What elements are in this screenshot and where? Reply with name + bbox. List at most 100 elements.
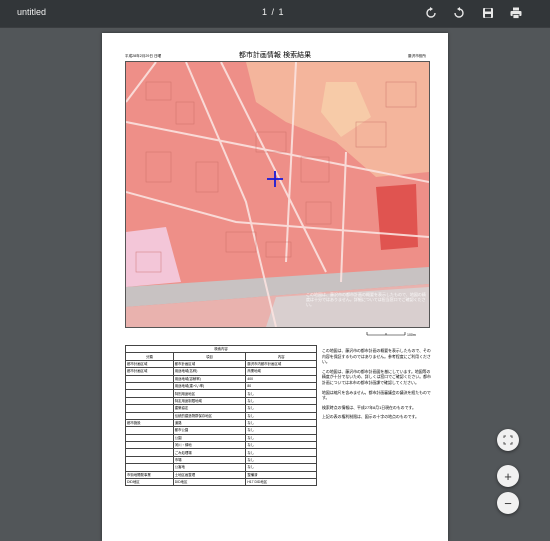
table-cell: なし — [245, 448, 317, 457]
table-cell: 都市計画区域 — [172, 359, 247, 369]
table-cell: なし — [245, 418, 317, 428]
table-cell: なし — [245, 463, 317, 472]
zoom-out-button[interactable]: − — [497, 492, 519, 514]
table-cell — [125, 433, 174, 443]
scale-label: 100m — [407, 333, 416, 337]
table-cell: 都市計画区域 — [125, 367, 174, 376]
table-cell: 用途地域(容積率) — [172, 374, 247, 383]
page-counter: 1 / 1 — [262, 7, 285, 17]
table-cell — [125, 396, 174, 406]
table-row: 河川・緑地 なし — [125, 441, 317, 450]
table-row: 公園 なし — [125, 433, 317, 443]
download-icon[interactable] — [481, 6, 495, 20]
table-cell — [125, 448, 174, 457]
table-cell: H17 DID地区 — [245, 478, 317, 487]
table-cell: なし — [245, 396, 317, 406]
table-cell: 建築協定 — [172, 404, 247, 413]
table-cell: 商業地域 — [245, 367, 317, 376]
rotate-clockwise-icon[interactable] — [424, 6, 438, 20]
table-cell: なし — [245, 426, 317, 435]
print-icon[interactable] — [509, 6, 523, 20]
table-cell: ごみ処理場 — [172, 448, 247, 457]
notes-section: この地図は、藤沢市の都市計画の概要を表示したもので、その内容を保証するものではあ… — [322, 348, 434, 424]
table-cell: 都市計画区域 — [125, 359, 174, 369]
table-body: 都市計画区域 都市計画区域 藤沢市内都市計画区域 都市計画区域 用途地域(名称) 商業地域… — [125, 359, 317, 487]
note-item: 上記の表の権利制限は、図示の十字の地点のものです。 — [322, 414, 419, 420]
pdf-page: 平成28年2月29日 日曜 都市計画情報 検索結果 藤沢市役所 この地図は、藤沢… — [102, 33, 448, 541]
plus-icon: + — [504, 468, 512, 484]
table-cell: 用途地域(建ぺい率) — [172, 381, 247, 391]
note-item: 検索時点の情報は、平成27年8月1日現在のものです。 — [322, 404, 416, 410]
table-cell: 用途地域(名称) — [172, 367, 247, 376]
table-cell: なし — [245, 389, 317, 398]
table-cell — [125, 381, 174, 391]
table-cell — [125, 404, 174, 413]
table-row: 特別用途地区 なし — [125, 389, 317, 398]
table-cell: DID地区 — [172, 478, 247, 487]
map-graphic — [126, 62, 429, 327]
table-row: 市街地開発事業 土地区画整理 整備済 — [125, 470, 317, 480]
table-row: 用途地域(建ぺい率) 80 — [125, 381, 317, 391]
table-row: 都市施設 道路 なし — [125, 418, 317, 428]
table-cell: 藤沢市内都市計画区域 — [245, 359, 317, 369]
table-row: DID地区 DID地区 H17 DID地区 — [125, 478, 317, 487]
table-cell: 市場 — [172, 455, 247, 465]
note-item: この地図は、藤沢市の都市計画図を基にしています。地図等の精度が十分でないため、詳… — [322, 368, 431, 385]
table-row: 公害地 なし — [125, 463, 317, 472]
table-row: 建築協定 なし — [125, 404, 317, 413]
report-office: 藤沢市役所 — [408, 54, 426, 58]
zoning-map: この地図は、藤沢市の都市計画の概要を表示したもので、地図の精度は十分ではありませ… — [125, 61, 430, 328]
table-cell: 伝統的建造物群保存地区 — [172, 411, 247, 420]
table-cell — [125, 374, 174, 383]
column-header: 分類 — [125, 352, 174, 361]
document-title: untitled — [17, 7, 47, 17]
table-cell: 公園 — [172, 433, 247, 443]
table-cell — [125, 426, 174, 435]
table-cell: 400 — [245, 374, 317, 383]
table-row: ごみ処理場 なし — [125, 448, 317, 457]
table-cell: 公害地 — [172, 463, 247, 472]
table-row: 都市計画区域 都市計画区域 藤沢市内都市計画区域 — [125, 359, 317, 369]
table-cell: 土地区画整理 — [172, 470, 247, 480]
table-row: 都市公園 なし — [125, 426, 317, 435]
table-cell — [125, 389, 174, 398]
scale-bar: 100m — [366, 332, 416, 337]
table-cell — [125, 441, 174, 450]
table-caption-row: 検索内容 — [125, 344, 317, 354]
table-header-row: 分類 項目 内容 — [125, 352, 317, 361]
table-cell — [125, 463, 174, 472]
table-cell: 市街地開発事業 — [125, 470, 174, 480]
fit-page-icon — [503, 435, 513, 445]
rotate-counterclockwise-icon[interactable] — [452, 6, 466, 20]
pdf-toolbar: untitled 1 / 1 — [0, 0, 550, 28]
table-caption: 検索内容 — [125, 344, 317, 354]
table-cell: なし — [245, 404, 317, 413]
note-item: この地図は、藤沢市の都市計画の概要を表示したもので、その内容を保証するものではあ… — [322, 348, 431, 365]
table-cell: 整備済 — [245, 470, 317, 480]
table-row: 都市計画区域 用途地域(名称) 商業地域 — [125, 367, 317, 376]
table-cell: なし — [245, 455, 317, 465]
table-row: 市場 なし — [125, 455, 317, 465]
table-cell: なし — [245, 411, 317, 420]
table-row: 特定用途制限地域 なし — [125, 396, 317, 406]
table-cell: 河川・緑地 — [172, 441, 247, 450]
minus-icon: − — [504, 495, 512, 511]
table-cell: 特別用途地区 — [172, 389, 247, 398]
map-watermark-note: この地図は、藤沢市の都市計画の概要を表示したもので、地図の精度は十分ではありませ… — [306, 292, 426, 307]
fit-to-page-button[interactable] — [497, 429, 519, 451]
note-item: 地図は縮尺を含みません。都市計画審議会の議決を経たものです。 — [322, 389, 431, 401]
zoning-info-table: 検索内容 分類 項目 内容 都市計画区域 都市計画区域 藤沢市内都市計画区域 都市計画… — [125, 344, 317, 487]
table-cell: 都市公園 — [172, 426, 247, 435]
table-cell: なし — [245, 433, 317, 443]
table-row: 伝統的建造物群保存地区 なし — [125, 411, 317, 420]
table-cell: 道路 — [172, 418, 247, 428]
table-cell — [125, 455, 174, 465]
table-cell: 80 — [245, 381, 317, 391]
table-cell: DID地区 — [125, 478, 174, 487]
table-row: 用途地域(容積率) 400 — [125, 374, 317, 383]
report-title: 都市計画情報 検索結果 — [238, 51, 312, 59]
zoom-in-button[interactable]: + — [497, 465, 519, 487]
column-header: 項目 — [172, 352, 247, 361]
table-cell — [125, 411, 174, 420]
table-cell: 特定用途制限地域 — [172, 396, 247, 406]
